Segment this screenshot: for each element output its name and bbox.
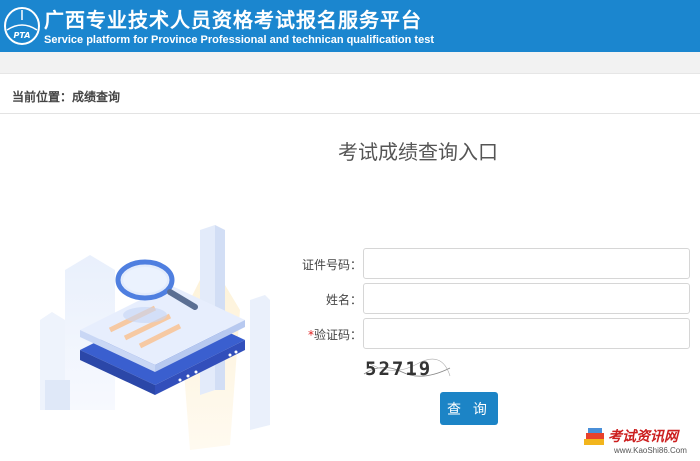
name-input[interactable] xyxy=(363,283,690,314)
watermark-text: 考试资讯网 xyxy=(608,429,678,445)
pta-logo-icon: PTA xyxy=(4,7,40,45)
watermark-url: www.KaoShi86.Com xyxy=(614,446,687,455)
books-icon xyxy=(584,428,604,445)
site-title: 广西专业技术人员资格考试报名服务平台 xyxy=(44,8,422,32)
site-subtitle: Service platform for Province Profession… xyxy=(44,34,434,46)
logo-text: PTA xyxy=(14,31,31,40)
nav-bar xyxy=(0,52,700,74)
breadcrumb-current: 成绩查询 xyxy=(72,90,121,104)
breadcrumb: 当前位置：成绩查询 xyxy=(12,88,120,105)
captcha-image[interactable]: 52719 xyxy=(362,354,452,382)
query-button[interactable]: 查 询 xyxy=(440,392,498,425)
search-illustration xyxy=(40,225,270,450)
form-title: 考试成绩查询入口 xyxy=(338,140,498,164)
breadcrumb-prefix: 当前位置： xyxy=(12,90,73,104)
site-header: PTA 广西专业技术人员资格考试报名服务平台 Service platform … xyxy=(0,0,700,52)
watermark: 考试资讯网 www.KaoShi86.Com xyxy=(582,425,697,459)
name-label: 姓名： xyxy=(325,293,362,307)
captcha-text: 52719 xyxy=(365,358,432,380)
divider xyxy=(0,113,700,114)
id-number-label: 证件号码： xyxy=(301,258,362,272)
captcha-input[interactable] xyxy=(363,318,690,349)
id-number-input[interactable] xyxy=(363,248,690,279)
captcha-label: *验证码： xyxy=(307,328,362,342)
